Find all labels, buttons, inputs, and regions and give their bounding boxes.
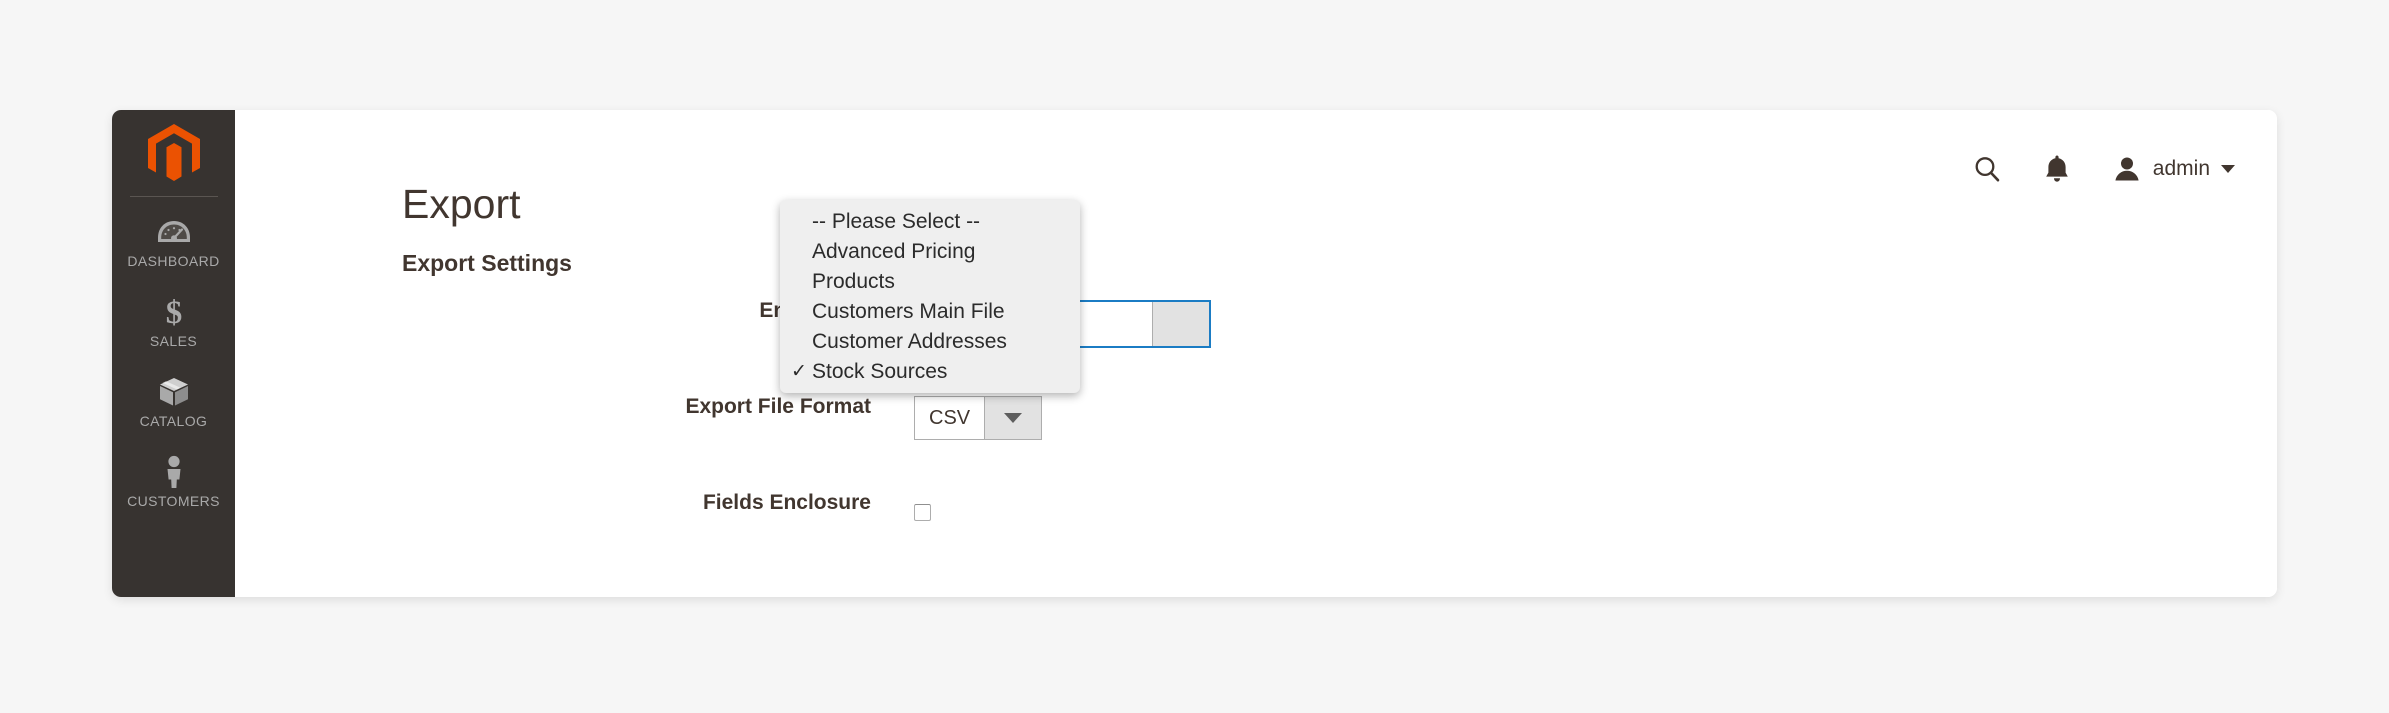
entity-type-dropdown-list[interactable]: -- Please Select -- Advanced Pricing Pro… [780,200,1080,393]
admin-account-menu[interactable]: admin [2112,154,2235,184]
dropdown-option[interactable]: -- Please Select -- [780,207,1080,237]
magento-logo-icon[interactable] [112,110,235,196]
chevron-down-icon [2221,165,2235,173]
section-heading: Export Settings [402,250,572,277]
svg-text:$: $ [165,295,182,329]
export-file-format-control: CSV [914,396,1043,440]
person-icon [116,455,231,489]
admin-panel-card: DASHBOARD $ SALES CATALOG CUSTOMERS Expo… [112,110,2277,597]
sidebar-divider [129,196,218,197]
main-content-area: Export admin Export Settings Export File… [235,110,2277,597]
sidebar-item-label: CATALOG [139,413,208,429]
select-arrow-box [1152,302,1209,346]
dollar-sign-icon: $ [116,295,231,329]
sidebar-item-catalog[interactable]: CATALOG [112,363,235,443]
field-row-fields-enclosure: Fields Enclosure [235,492,2277,588]
entity-type-label: Entity Type [235,300,871,322]
export-file-format-label: Export File Format [685,395,871,418]
page-header: Export admin [235,110,2277,225]
export-file-format-value: CSV [929,406,971,429]
dropdown-option[interactable]: Products [780,267,1080,297]
sidebar-item-customers[interactable]: CUSTOMERS [112,443,235,523]
sidebar-item-dashboard[interactable]: DASHBOARD [112,203,235,283]
fields-enclosure-control [914,492,931,521]
dropdown-option[interactable]: Customer Addresses [780,327,1080,357]
box-package-icon [116,375,231,409]
sidebar-item-label: DASHBOARD [127,253,220,269]
sidebar-item-label: CUSTOMERS [127,493,220,509]
fields-enclosure-checkbox[interactable] [914,504,931,521]
sidebar-item-label: SALES [149,333,198,349]
primary-sidebar: DASHBOARD $ SALES CATALOG CUSTOMERS [112,110,235,597]
fields-enclosure-label: Fields Enclosure [702,491,871,514]
admin-account-name: admin [2152,157,2210,180]
bell-icon[interactable] [2042,154,2072,184]
dropdown-option-selected[interactable]: Stock Sources [780,357,1080,387]
export-settings-form: Entity Type Export File Format CSV [235,300,2277,588]
field-row-entity-type: Entity Type [235,300,2277,396]
dropdown-option[interactable]: Advanced Pricing [780,237,1080,267]
user-avatar-icon [2112,154,2142,184]
search-icon[interactable] [1972,154,2002,184]
dashboard-gauge-icon [116,215,231,249]
sidebar-item-sales[interactable]: $ SALES [112,283,235,363]
field-row-export-file-format: Export File Format CSV [235,396,2277,492]
chevron-down-icon [984,397,1042,439]
page-title: Export [402,181,521,228]
header-actions: admin [1972,154,2235,184]
dropdown-option[interactable]: Customers Main File [780,297,1080,327]
export-file-format-select[interactable]: CSV [914,396,1043,440]
